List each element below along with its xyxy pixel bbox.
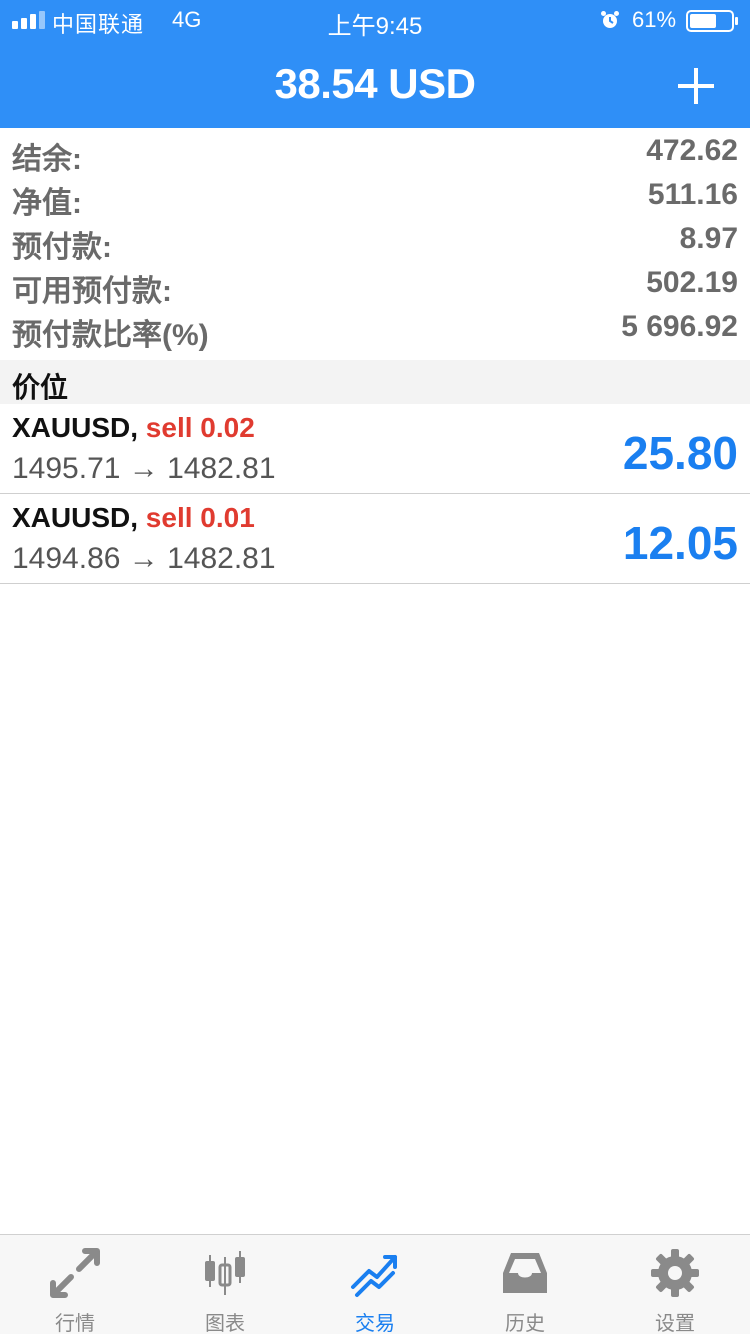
margin-label: 预付款: — [12, 231, 112, 264]
free-margin-value: 502.19 — [646, 266, 738, 299]
tab-label: 设置 — [655, 1313, 695, 1335]
summary-row-margin-level: 预付款比率(%) 5 696.92 — [0, 308, 750, 352]
alarm-clock-icon — [601, 11, 619, 28]
symbol-name: XAUUSD, — [12, 412, 139, 443]
history-inbox-icon — [503, 1253, 547, 1293]
gear-icon — [651, 1249, 699, 1297]
tab-chart[interactable]: 图表 — [150, 1235, 300, 1335]
tab-label: 交易 — [355, 1313, 395, 1335]
margin-value: 8.97 — [679, 222, 738, 255]
positions-list: XAUUSD, sell 0.02 1495.71 → 1482.81 25.8… — [0, 404, 750, 584]
tab-label: 图表 — [205, 1313, 245, 1335]
tab-trade[interactable]: 交易 — [300, 1235, 450, 1335]
position-row[interactable]: XAUUSD, sell 0.01 1494.86 → 1482.81 12.0… — [0, 494, 750, 584]
position-prices: 1494.86 → 1482.81 — [12, 542, 276, 575]
tab-label: 历史 — [505, 1313, 545, 1335]
add-order-button[interactable] — [672, 62, 720, 110]
position-profit: 25.80 — [622, 427, 738, 479]
summary-row-equity: 净值: 511.16 — [0, 176, 750, 220]
positions-section-header: 价位 — [0, 360, 750, 404]
candlestick-chart-icon — [205, 1251, 245, 1295]
position-row[interactable]: XAUUSD, sell 0.02 1495.71 → 1482.81 25.8… — [0, 404, 750, 494]
page-title: 38.54 USD — [274, 60, 476, 107]
summary-row-free-margin: 可用预付款: 502.19 — [0, 264, 750, 308]
battery-icon — [686, 10, 738, 32]
balance-label: 结余: — [12, 143, 82, 176]
position-symbol: XAUUSD, sell 0.01 — [12, 502, 255, 534]
position-prices: 1495.71 → 1482.81 — [12, 452, 276, 485]
equity-label: 净值: — [12, 187, 82, 220]
position-profit: 12.05 — [622, 517, 738, 569]
margin-level-label: 预付款比率(%) — [12, 319, 209, 352]
equity-value: 511.16 — [647, 178, 738, 211]
summary-row-margin: 预付款: 8.97 — [0, 220, 750, 264]
margin-level-value: 5 696.92 — [621, 310, 738, 343]
quotes-arrows-icon — [50, 1248, 100, 1298]
tab-quotes[interactable]: 行情 — [0, 1235, 150, 1335]
balance-value: 472.62 — [646, 134, 738, 167]
tab-label: 行情 — [55, 1313, 95, 1335]
plus-icon — [678, 68, 714, 104]
position-side: sell 0.01 — [145, 502, 255, 533]
status-bar: 中国联通 4G 上午9:45 61% — [0, 0, 750, 40]
position-symbol: XAUUSD, sell 0.02 — [12, 412, 255, 444]
symbol-name: XAUUSD, — [12, 502, 139, 533]
top-header: 中国联通 4G 上午9:45 61% 38.54 USD — [0, 0, 750, 128]
section-title: 价位 — [12, 372, 69, 403]
position-side: sell 0.02 — [145, 412, 255, 443]
trade-trend-icon — [351, 1255, 397, 1297]
free-margin-label: 可用预付款: — [12, 275, 172, 308]
account-summary: 结余: 472.62 净值: 511.16 预付款: 8.97 可用预付款: 5… — [0, 132, 750, 352]
bottom-tab-bar: 行情 图表 交易 历史 设置 — [0, 1234, 750, 1335]
tab-settings[interactable]: 设置 — [600, 1235, 750, 1335]
battery-percent: 61% — [632, 7, 677, 32]
summary-row-balance: 结余: 472.62 — [0, 132, 750, 176]
tab-history[interactable]: 历史 — [450, 1235, 600, 1335]
